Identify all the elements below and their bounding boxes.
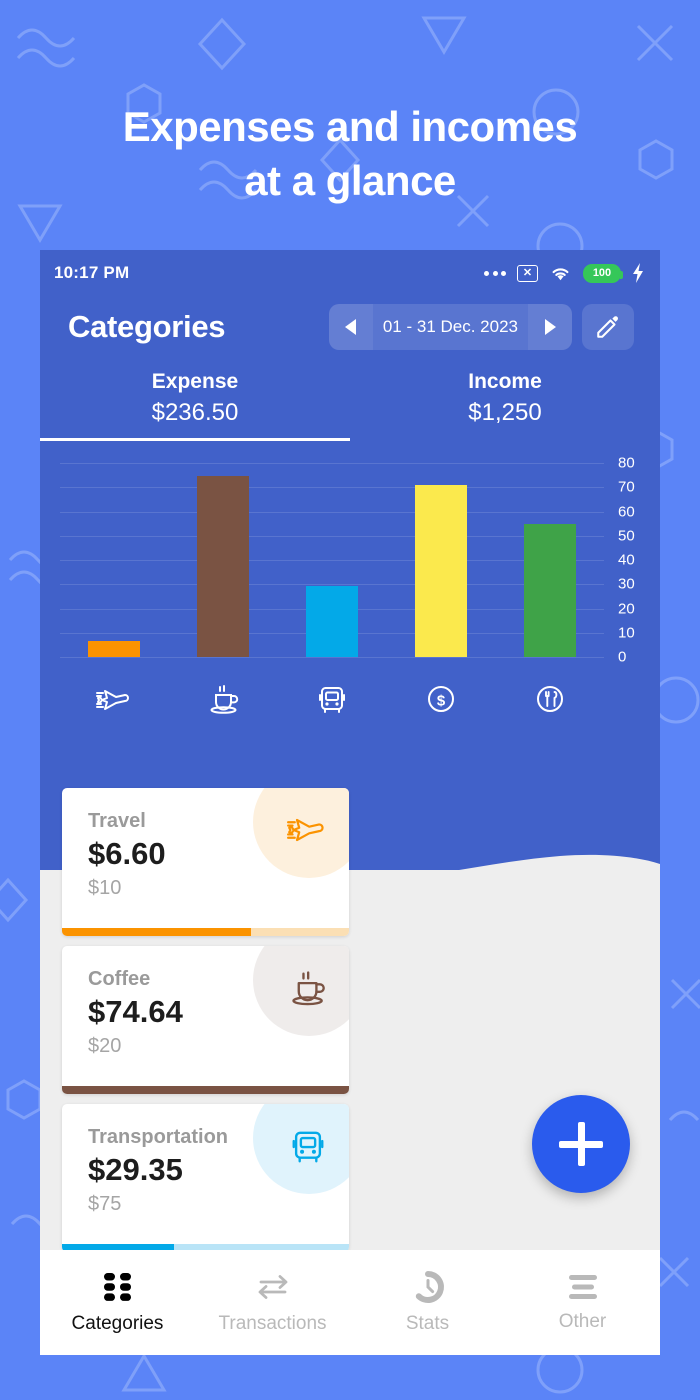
y-tick-label: 30 (618, 575, 635, 593)
status-bar: 10:17 PM ✕ 100 (40, 250, 660, 296)
income-value: $1,250 (468, 399, 542, 426)
bus-icon (318, 687, 345, 713)
date-range-label: 01 - 31 Dec. 2023 (382, 317, 518, 336)
category-card[interactable]: Travel $6.60 $10 (62, 788, 349, 936)
expense-value: $236.50 (151, 399, 239, 426)
donut-chart-icon (415, 1271, 444, 1303)
headline-line-2: at a glance (244, 156, 456, 204)
chart-y-axis: 80 70 60 50 40 30 20 10 0 (610, 455, 652, 666)
card-amount: $29.35 (88, 1152, 183, 1187)
nav-item-other[interactable]: Other (505, 1272, 660, 1333)
chart-bar-bills (386, 463, 495, 657)
card-budget: $10 (88, 877, 122, 899)
nav-item-label: Transactions (218, 1313, 327, 1334)
add-transaction-fab[interactable] (532, 1095, 630, 1193)
chart-icon-food (495, 684, 604, 716)
headline-line-1: Expenses and incomes (122, 103, 578, 150)
expense-label: Expense (151, 370, 239, 393)
card-budget: $75 (88, 1193, 122, 1215)
bar-rect (414, 485, 467, 657)
card-progress-bar (62, 928, 349, 936)
promo-headline: Expenses and incomes at a glance (0, 100, 700, 208)
tab-income[interactable]: Income $1,250 (350, 370, 660, 441)
chart-icon-coffee (169, 684, 278, 716)
wifi-icon (552, 268, 569, 281)
y-tick-label: 20 (618, 600, 635, 617)
chart-plot-area (60, 463, 604, 658)
y-tick-label: 50 (618, 527, 635, 545)
card-amount: $6.60 (88, 836, 166, 871)
y-tick-label: 80 (618, 454, 635, 472)
charging-bolt-icon (633, 263, 643, 283)
chart-bar-coffee (169, 463, 278, 657)
card-progress-bar (62, 1086, 349, 1094)
edit-button[interactable] (582, 304, 634, 350)
bar-rect (197, 476, 250, 657)
card-progress-fill (62, 1086, 349, 1094)
chart-bar-transportation (278, 463, 387, 657)
triangle-left-icon (345, 319, 357, 335)
y-tick-label: 10 (618, 624, 635, 642)
chart-bar-food (495, 463, 604, 657)
chart-icon-bills: $ (386, 684, 495, 716)
exchange-arrows-icon (258, 1275, 287, 1299)
next-period-button[interactable] (528, 304, 572, 350)
card-amount: $74.64 (88, 994, 183, 1029)
card-category-name: Coffee (88, 968, 151, 990)
card-budget: $20 (88, 1035, 122, 1057)
nav-item-stats[interactable]: Stats (350, 1270, 505, 1335)
chart-bar-travel (60, 463, 169, 657)
dollar-circle-icon: $ (427, 686, 454, 712)
summary-tabs: Expense $236.50 Income $1,250 (40, 370, 660, 441)
bar-rect (523, 523, 576, 657)
battery-icon: 100 (583, 263, 623, 283)
card-category-name: Transportation (88, 1126, 229, 1148)
no-sim-icon: ✕ (517, 264, 538, 282)
nav-item-label: Other (558, 1311, 607, 1332)
nav-item-transactions[interactable]: Transactions (195, 1270, 350, 1335)
income-label: Income (468, 370, 542, 393)
prev-period-button[interactable] (328, 304, 373, 350)
nav-item-label: Categories (71, 1313, 164, 1334)
chart-category-icons: $ (40, 684, 660, 716)
grid-dots-icon (103, 1273, 131, 1301)
y-tick-label: 0 (618, 648, 627, 666)
airplane-icon (96, 690, 130, 710)
phone-screen: 10:17 PM ✕ 100 Categories 01 - 31 Dec. 2… (40, 250, 660, 1355)
triangle-right-icon (544, 319, 556, 335)
y-tick-label: 60 (618, 503, 635, 520)
chart-bars (60, 463, 604, 657)
chart-icon-travel (60, 684, 169, 716)
tab-expense[interactable]: Expense $236.50 (40, 370, 350, 441)
status-time: 10:17 PM (54, 263, 130, 282)
card-progress-fill (62, 928, 252, 936)
more-dots-icon (484, 270, 506, 276)
category-bar-chart: 80 70 60 50 40 30 20 10 0 (40, 455, 660, 678)
bottom-navigation: Categories Transactions Stats Other (40, 1250, 660, 1355)
y-tick-label: 70 (618, 478, 635, 496)
page-title: Categories (68, 309, 226, 344)
category-card[interactable]: Transportation $29.35 $75 (62, 1104, 349, 1252)
hamburger-icon (568, 1275, 597, 1299)
bar-rect (305, 585, 358, 657)
plus-icon-vertical (577, 1122, 585, 1166)
nav-item-categories[interactable]: Categories (40, 1270, 195, 1335)
bar-rect (88, 641, 141, 657)
y-tick-label: 40 (618, 551, 635, 569)
pencil-icon (597, 316, 618, 338)
card-category-name: Travel (88, 810, 146, 832)
svg-text:$: $ (437, 693, 446, 710)
nav-item-label: Stats (405, 1313, 450, 1334)
date-range-selector[interactable]: 01 - 31 Dec. 2023 (328, 304, 572, 350)
battery-level: 100 (592, 266, 612, 279)
cutlery-circle-icon (536, 686, 563, 712)
coffee-cup-icon (210, 685, 239, 714)
category-card[interactable]: Coffee $74.64 $20 (62, 946, 349, 1094)
chart-icon-transportation (278, 684, 387, 716)
app-bar: Categories 01 - 31 Dec. 2023 (40, 296, 660, 350)
